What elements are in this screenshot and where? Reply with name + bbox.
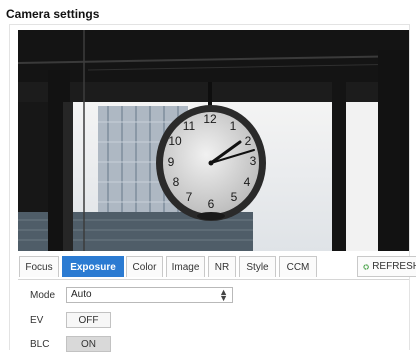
page-title: Camera settings <box>6 7 100 21</box>
tab-focus[interactable]: Focus <box>19 256 59 277</box>
tab-ccm[interactable]: CCM <box>279 256 317 277</box>
tab-exposure[interactable]: Exposure <box>62 256 124 277</box>
mode-value: Auto <box>71 289 92 300</box>
svg-text:1: 1 <box>230 119 237 133</box>
svg-text:9: 9 <box>168 155 175 169</box>
blc-toggle-button[interactable]: ON <box>66 336 111 352</box>
blc-label: BLC <box>30 339 50 350</box>
camera-image: 12 1 2 3 4 5 6 7 8 9 10 11 <box>18 30 409 251</box>
tab-image[interactable]: Image <box>166 256 205 277</box>
svg-text:12: 12 <box>203 112 217 126</box>
mode-label: Mode <box>30 290 56 301</box>
refresh-icon <box>363 263 369 270</box>
svg-text:10: 10 <box>168 134 182 148</box>
tab-color[interactable]: Color <box>126 256 163 277</box>
settings-tabs: Focus Exposure Color Image NR Style CCM … <box>18 253 416 280</box>
camera-preview: 12 1 2 3 4 5 6 7 8 9 10 11 <box>18 30 409 251</box>
refresh-label: REFRESH <box>372 261 416 272</box>
select-arrows-icon: ▲ ▼ <box>219 287 228 303</box>
tab-style[interactable]: Style <box>239 256 276 277</box>
svg-text:6: 6 <box>208 197 215 211</box>
refresh-button[interactable]: REFRESH <box>357 256 416 277</box>
svg-text:3: 3 <box>250 154 257 168</box>
mode-select[interactable]: Auto ▲ ▼ <box>66 287 233 303</box>
ev-label: EV <box>30 315 44 326</box>
svg-text:11: 11 <box>183 119 196 133</box>
svg-text:4: 4 <box>244 175 251 189</box>
tab-nr[interactable]: NR <box>208 256 236 277</box>
svg-text:5: 5 <box>231 190 238 204</box>
svg-text:8: 8 <box>173 175 180 189</box>
ev-toggle-button[interactable]: OFF <box>66 312 111 328</box>
svg-text:7: 7 <box>186 190 193 204</box>
svg-text:2: 2 <box>245 134 252 148</box>
